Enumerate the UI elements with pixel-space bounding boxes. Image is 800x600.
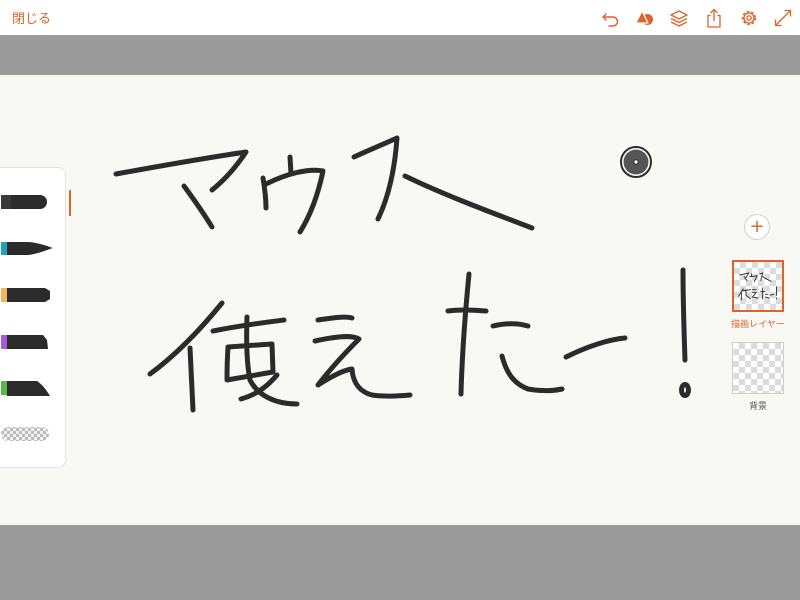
- pen-brush[interactable]: [1, 239, 53, 257]
- layers-icon[interactable]: [668, 7, 690, 29]
- pencil-brush[interactable]: [1, 286, 53, 304]
- crayon-brush[interactable]: [1, 332, 53, 350]
- add-layer-button[interactable]: +: [744, 214, 770, 240]
- selected-brush-indicator: [69, 190, 71, 216]
- close-button[interactable]: 閉じる: [12, 8, 51, 27]
- top-toolbar: 閉じる: [0, 0, 800, 35]
- share-icon[interactable]: [703, 7, 725, 29]
- eraser-brush[interactable]: [1, 425, 53, 443]
- brush-palette: [0, 167, 66, 468]
- fullscreen-icon[interactable]: [772, 7, 794, 29]
- canvas-margin-top: [0, 35, 800, 75]
- canvas-strokes: [113, 135, 691, 413]
- layer-thumbnail-drawing[interactable]: [732, 260, 784, 312]
- ink-brush[interactable]: [1, 379, 53, 397]
- settings-icon[interactable]: [738, 7, 760, 29]
- layer-preview-strokes: [738, 272, 777, 301]
- color-shape-icon[interactable]: [634, 7, 656, 29]
- layer-label-drawing: 描画レイヤー: [731, 320, 785, 330]
- marker-brush[interactable]: [1, 193, 53, 211]
- canvas-margin-bottom: [0, 525, 800, 600]
- undo-icon[interactable]: [600, 7, 622, 29]
- brush-cursor-icon: [620, 146, 652, 178]
- layer-thumbnail-background[interactable]: [732, 342, 784, 394]
- layer-label-background: 背景: [748, 402, 767, 412]
